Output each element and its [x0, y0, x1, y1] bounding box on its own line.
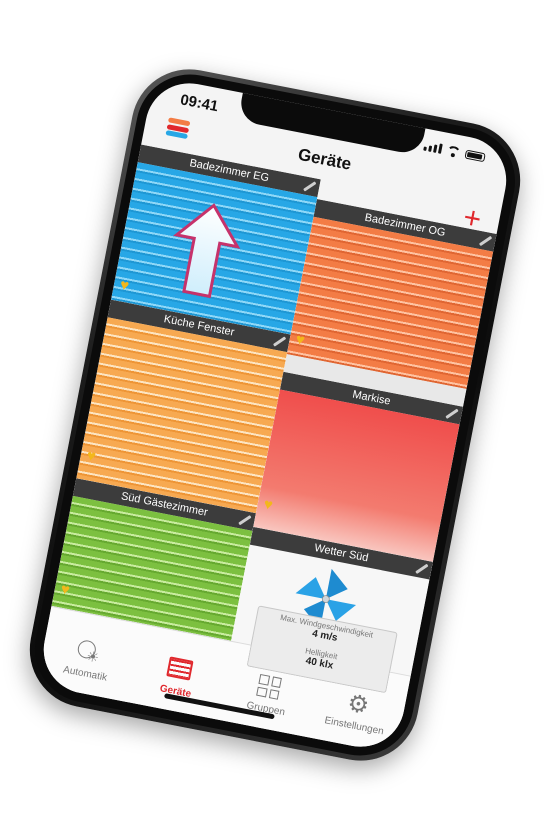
pencil-icon[interactable] — [237, 513, 251, 527]
tab-label: Einstellungen — [323, 715, 385, 738]
app-screen: 09:41 Geräte + Badezimmer EG ♥ Badezimme… — [36, 75, 514, 755]
tab-einstellungen[interactable]: ⚙ Einstellungen — [308, 685, 406, 741]
tile-kueche-fenster[interactable]: Küche Fenster ♥ — [76, 299, 291, 514]
pencil-icon[interactable] — [414, 562, 428, 576]
tab-automatik[interactable]: ☀ Automatik — [39, 632, 137, 688]
heart-icon[interactable]: ♥ — [59, 580, 78, 600]
status-icons — [423, 141, 486, 163]
phone-wrapper: 09:41 Geräte + Badezimmer EG ♥ Badezimme… — [0, 0, 550, 830]
pencil-icon[interactable] — [444, 407, 458, 421]
signal-icon — [423, 141, 443, 154]
phone-device: 09:41 Geräte + Badezimmer EG ♥ Badezimme… — [19, 59, 531, 771]
tab-label: Automatik — [62, 664, 108, 684]
status-time: 09:41 — [178, 91, 220, 116]
gear-icon: ⚙ — [345, 689, 372, 721]
pencil-icon[interactable] — [302, 179, 316, 193]
heart-icon[interactable]: ♥ — [85, 447, 104, 467]
heart-icon[interactable]: ♥ — [294, 331, 313, 351]
heart-icon[interactable]: ♥ — [262, 496, 281, 516]
pencil-icon[interactable] — [272, 334, 286, 348]
battery-icon — [464, 149, 486, 163]
pencil-icon[interactable] — [478, 234, 492, 248]
heart-icon[interactable]: ♥ — [118, 276, 137, 296]
clock-sun-icon: ☀ — [75, 638, 103, 667]
grid-icon — [256, 673, 284, 702]
wifi-icon — [446, 145, 462, 157]
shutter-icon — [165, 656, 194, 684]
